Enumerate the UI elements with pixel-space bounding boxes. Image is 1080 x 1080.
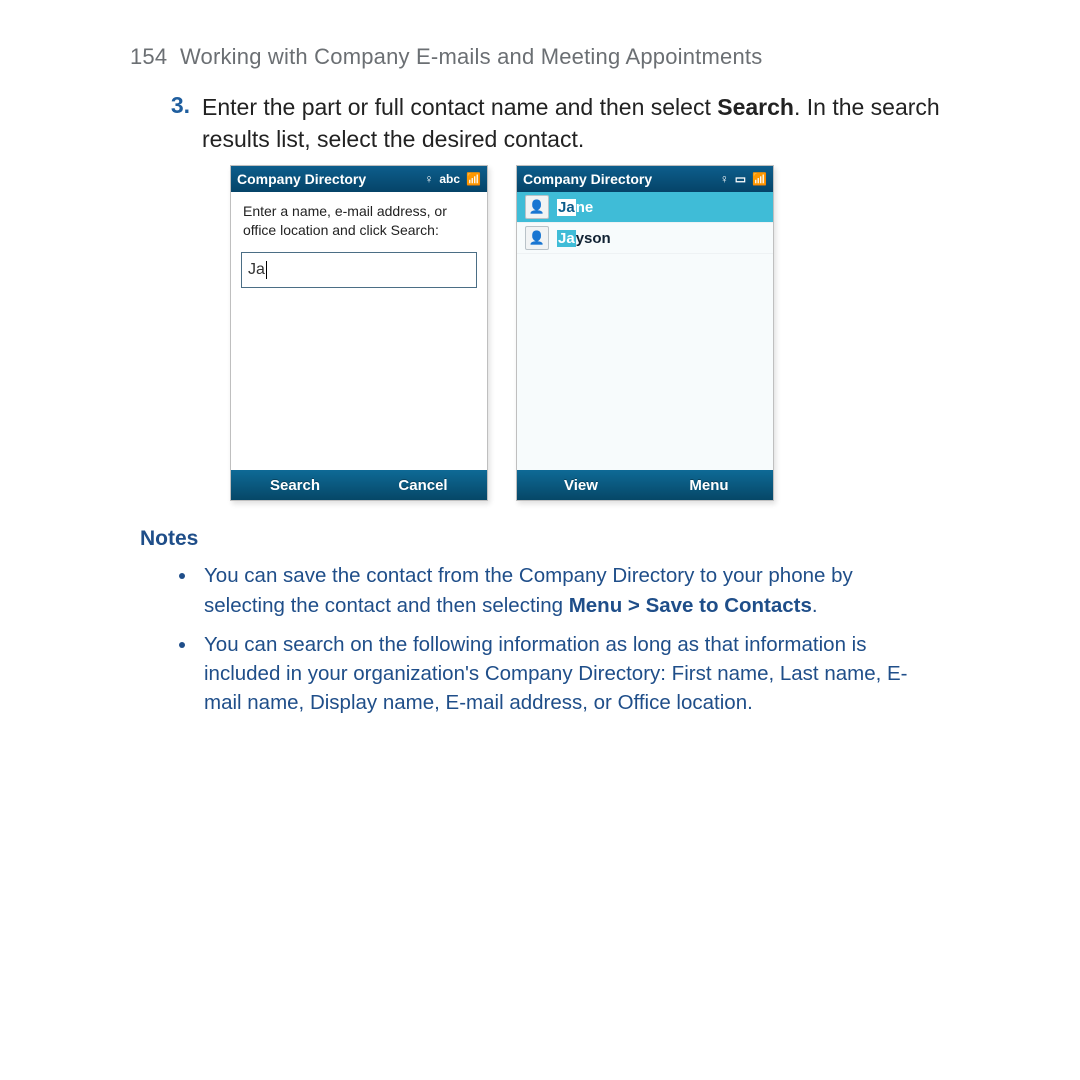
note-text-pre: You can search on the following informat… bbox=[204, 633, 908, 714]
search-input-value: Ja bbox=[248, 261, 267, 279]
result-name: Jane bbox=[557, 199, 593, 216]
bluetooth-icon: ♀ bbox=[720, 173, 729, 185]
softkey-view[interactable]: View bbox=[517, 470, 645, 500]
step-text: Enter the part or full contact name and … bbox=[202, 92, 960, 155]
step-text-bold: Search bbox=[717, 94, 794, 120]
contact-icon: 👤 bbox=[525, 195, 549, 219]
contact-icon: 👤 bbox=[525, 226, 549, 250]
titlebar: Company Directory ♀ ▭ 📶 bbox=[517, 166, 773, 192]
instruction-step: 3. Enter the part or full contact name a… bbox=[130, 92, 960, 155]
input-mode-indicator: abc bbox=[439, 173, 460, 185]
note-item: You can search on the following informat… bbox=[198, 630, 920, 717]
titlebar: Company Directory ♀ abc 📶 bbox=[231, 166, 487, 192]
note-item: You can save the contact from the Compan… bbox=[198, 561, 920, 619]
title-text: Company Directory bbox=[237, 171, 424, 187]
softkey-bar: Search Cancel bbox=[231, 470, 487, 500]
page-header: 154 Working with Company E-mails and Mee… bbox=[130, 44, 960, 70]
page-number: 154 bbox=[130, 44, 167, 69]
result-row[interactable]: 👤 Jayson bbox=[517, 223, 773, 254]
device-screenshot-results: Company Directory ♀ ▭ 📶 👤 Jane 👤 Jayson bbox=[516, 165, 774, 501]
step-number: 3. bbox=[162, 92, 190, 155]
device-screenshot-search: Company Directory ♀ abc 📶 Enter a name, … bbox=[230, 165, 488, 501]
step-text-pre: Enter the part or full contact name and … bbox=[202, 94, 717, 120]
title-text: Company Directory bbox=[523, 171, 720, 187]
status-icons: ♀ abc 📶 bbox=[424, 173, 481, 185]
search-input[interactable]: Ja bbox=[241, 252, 477, 288]
note-text-bold: Menu > Save to Contacts bbox=[569, 594, 812, 617]
status-icons: ♀ ▭ 📶 bbox=[720, 173, 767, 185]
signal-icon: 📶 bbox=[466, 173, 481, 185]
battery-icon: ▭ bbox=[735, 173, 746, 185]
result-name: Jayson bbox=[557, 230, 611, 247]
softkey-menu[interactable]: Menu bbox=[645, 470, 773, 500]
chapter-title: Working with Company E-mails and Meeting… bbox=[180, 44, 762, 69]
note-text-post: . bbox=[812, 594, 818, 617]
softkey-cancel[interactable]: Cancel bbox=[359, 470, 487, 500]
notes-heading: Notes bbox=[140, 527, 960, 551]
notes-list: You can save the contact from the Compan… bbox=[174, 561, 960, 717]
softkey-search[interactable]: Search bbox=[231, 470, 359, 500]
softkey-bar: View Menu bbox=[517, 470, 773, 500]
bluetooth-icon: ♀ bbox=[424, 173, 433, 185]
search-instructions: Enter a name, e-mail address, or office … bbox=[231, 192, 487, 244]
result-row[interactable]: 👤 Jane bbox=[517, 192, 773, 223]
signal-icon: 📶 bbox=[752, 173, 767, 185]
